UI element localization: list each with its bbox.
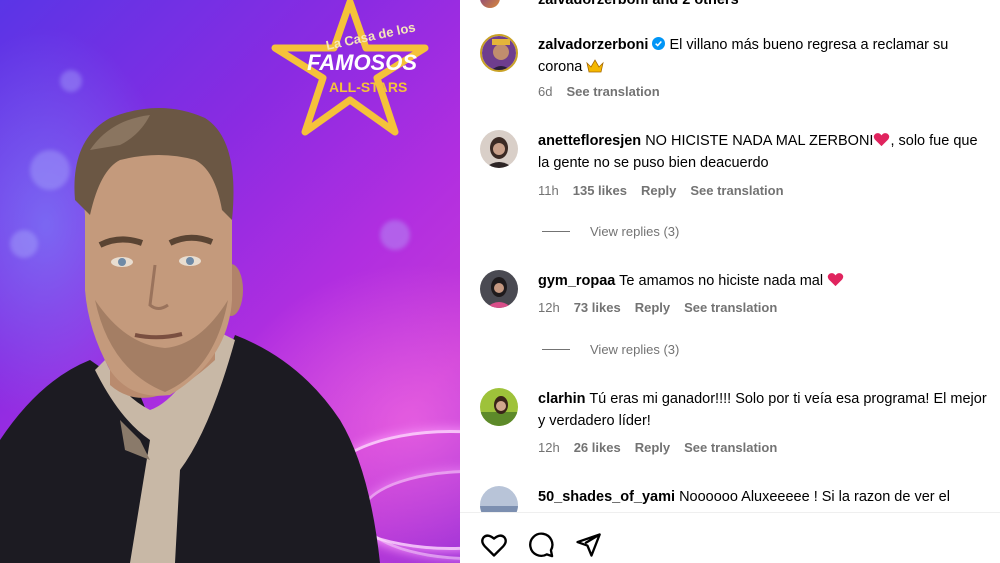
crown-emoji-icon [586,59,605,73]
reply-button[interactable]: Reply [635,300,670,315]
caption-meta: 6d See translation [538,84,660,99]
heart-icon[interactable] [480,531,508,559]
comment-meta: 12h 73 likes Reply See translation [538,300,777,315]
view-replies-button[interactable]: View replies (3) [542,224,679,239]
see-translation-link[interactable]: See translation [566,84,659,99]
svg-text:ALL-STARS: ALL-STARS [329,79,407,95]
view-replies-label: View replies (3) [590,342,680,357]
divider-line [542,349,570,350]
post-action-bar [460,512,1000,563]
comment-likes[interactable]: 26 likes [574,440,621,455]
comment-likes[interactable]: 135 likes [573,183,627,198]
liker-avatar[interactable] [480,0,500,8]
view-replies-label: View replies (3) [590,224,680,239]
comment-meta: 11h 135 likes Reply See translation [538,183,784,198]
comments-panel: zalvadorzerboni and 2 others zalvadorzer… [460,0,1000,563]
comment-body: Noooooo Aluxeeeee ! Si la razon de ver e… [679,489,950,505]
see-translation-link[interactable]: See translation [690,183,783,198]
see-translation-link[interactable]: See translation [684,300,777,315]
svg-text:FAMOSOS: FAMOSOS [307,50,417,75]
comment-icon[interactable] [527,531,555,559]
reply-button[interactable]: Reply [641,183,676,198]
commenter-username[interactable]: clarhin [538,391,586,407]
comment-time[interactable]: 12h [538,440,560,455]
comment-body: Tú eras mi ganador!!!! Solo por ti veía … [538,391,987,429]
caption-time[interactable]: 6d [538,84,552,99]
commenter-avatar[interactable] [480,130,518,168]
view-replies-button[interactable]: View replies (3) [542,342,679,357]
divider-line [542,231,570,232]
caption-text: zalvadorzerboni El villano más bueno reg… [538,34,988,78]
comment-body: Te amamos no hiciste nada mal [619,273,824,289]
comment-time[interactable]: 11h [538,183,559,198]
show-logo: La Casa de los FAMOSOS ALL-STARS [255,0,445,150]
author-username[interactable]: zalvadorzerboni [538,37,648,53]
comment-text: anettefloresjen NO HICISTE NADA MAL ZERB… [538,130,988,174]
comment-likes[interactable]: 73 likes [574,300,621,315]
share-icon[interactable] [574,531,602,559]
see-translation-link[interactable]: See translation [684,440,777,455]
comments-scroll[interactable]: zalvadorzerboni and 2 others zalvadorzer… [460,0,1000,512]
comment-body: NO HICISTE NADA MAL ZERBONI [645,133,874,149]
post-image[interactable]: La Casa de los FAMOSOS ALL-STARS [0,0,460,563]
commenter-username[interactable]: anettefloresjen [538,133,641,149]
reply-button[interactable]: Reply [635,440,670,455]
comment-text: gym_ropaa Te amamos no hiciste nada mal [538,270,988,292]
comment-meta: 12h 26 likes Reply See translation [538,440,777,455]
heart-emoji-icon [827,273,844,287]
commenter-username[interactable]: 50_shades_of_yami [538,489,675,505]
author-avatar[interactable] [480,34,518,72]
commenter-username[interactable]: gym_ropaa [538,273,615,289]
commenter-avatar[interactable] [480,388,518,426]
likes-summary[interactable]: zalvadorzerboni and 2 others [538,0,739,8]
comment-time[interactable]: 12h [538,300,560,315]
heart-emoji-icon [874,133,890,147]
commenter-avatar[interactable] [480,486,518,512]
commenter-avatar[interactable] [480,270,518,308]
comment-text: clarhin Tú eras mi ganador!!!! Solo por … [538,388,988,432]
verified-badge-icon [652,37,666,50]
comment-text: 50_shades_of_yami Noooooo Aluxeeeee ! Si… [538,486,988,508]
